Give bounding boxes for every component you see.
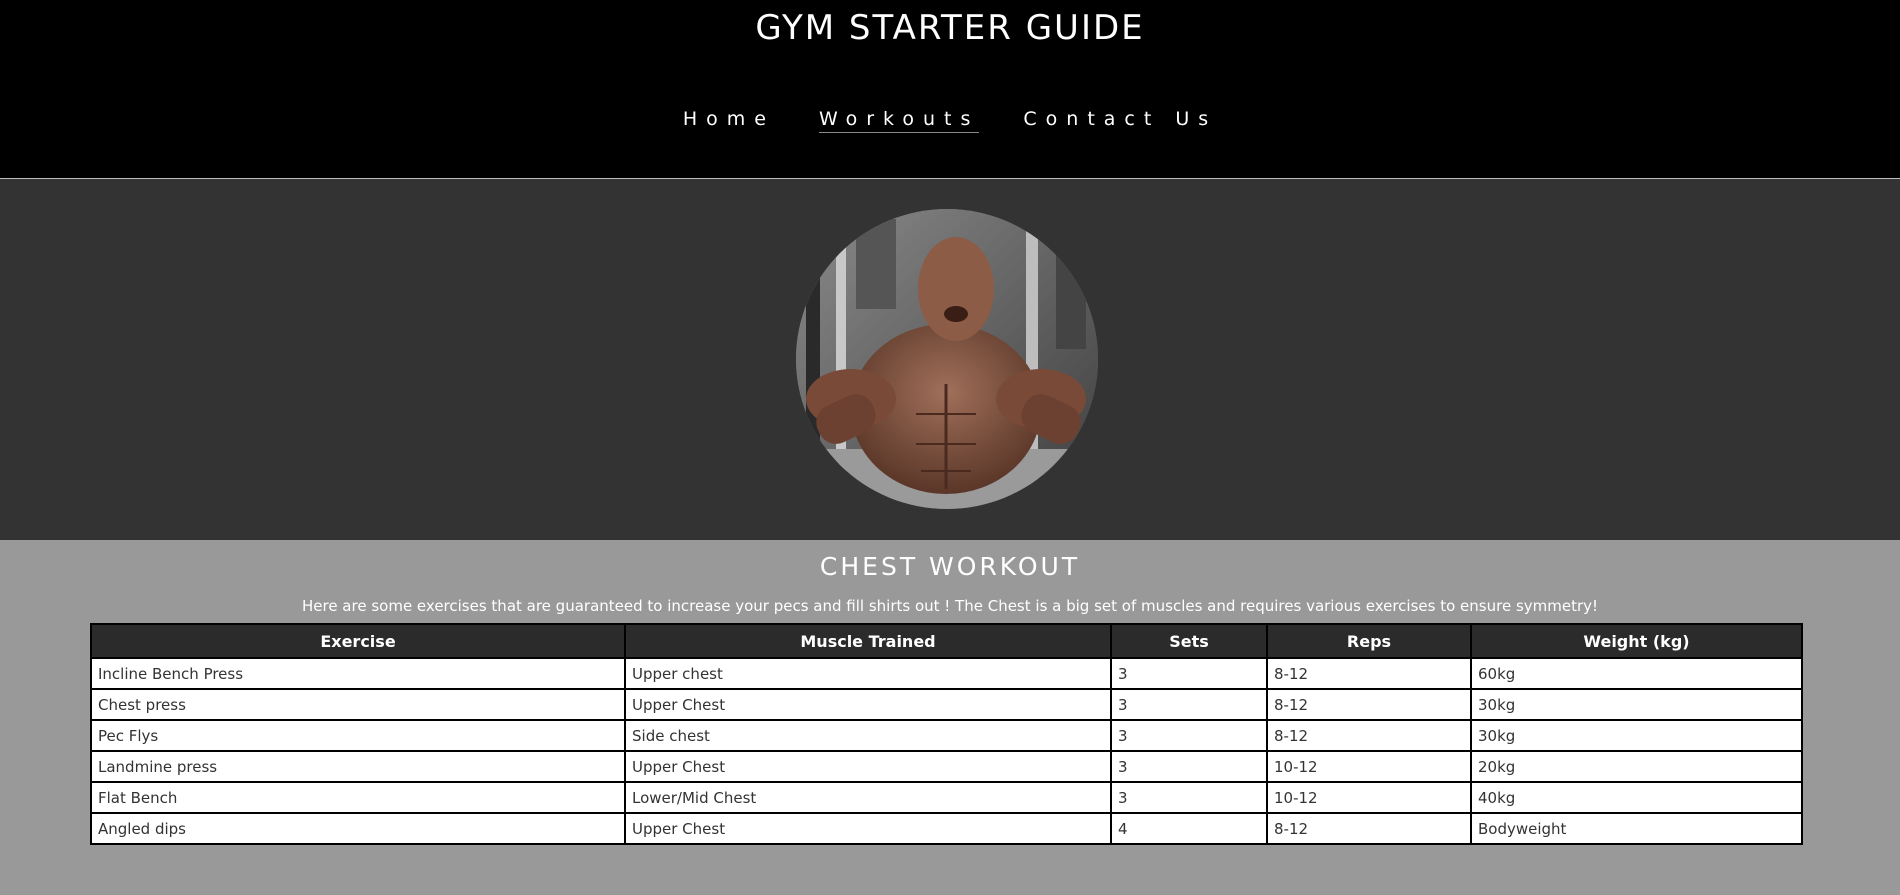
cell-muscle: Upper chest — [624, 657, 1112, 690]
cell-weight: 30kg — [1470, 719, 1803, 752]
cell-muscle: Side chest — [624, 719, 1112, 752]
cell-reps: 8-12 — [1266, 688, 1472, 721]
cell-exercise: Incline Bench Press — [90, 657, 626, 690]
bodybuilder-image — [796, 209, 1098, 509]
cell-weight: Bodyweight — [1470, 812, 1803, 845]
nav-home[interactable]: Home — [683, 108, 775, 133]
column-header-reps: Reps — [1266, 623, 1472, 659]
main-nav: Home Workouts Contact Us — [0, 108, 1900, 133]
table-row: Flat Bench Lower/Mid Chest 3 10-12 40kg — [90, 781, 1803, 814]
workout-table: Exercise Muscle Trained Sets Reps Weight… — [90, 623, 1803, 845]
cell-muscle: Upper Chest — [624, 812, 1112, 845]
table-row: Chest press Upper Chest 3 8-12 30kg — [90, 688, 1803, 721]
table-header-row: Exercise Muscle Trained Sets Reps Weight… — [90, 623, 1803, 659]
cell-sets: 3 — [1110, 781, 1268, 814]
cell-muscle: Lower/Mid Chest — [624, 781, 1112, 814]
table-row: Pec Flys Side chest 3 8-12 30kg — [90, 719, 1803, 752]
table-row: Angled dips Upper Chest 4 8-12 Bodyweigh… — [90, 812, 1803, 845]
cell-reps: 8-12 — [1266, 719, 1472, 752]
cell-reps: 10-12 — [1266, 750, 1472, 783]
cell-reps: 10-12 — [1266, 781, 1472, 814]
cell-exercise: Flat Bench — [90, 781, 626, 814]
cell-muscle: Upper Chest — [624, 750, 1112, 783]
workout-section: CHEST WORKOUT Here are some exercises th… — [0, 540, 1900, 895]
table-row: Landmine press Upper Chest 3 10-12 20kg — [90, 750, 1803, 783]
section-intro: Here are some exercises that are guarant… — [301, 597, 1599, 615]
cell-weight: 20kg — [1470, 750, 1803, 783]
cell-exercise: Landmine press — [90, 750, 626, 783]
cell-exercise: Pec Flys — [90, 719, 626, 752]
bodybuilder-photo-illustration — [796, 209, 1098, 509]
hero-section — [0, 179, 1900, 540]
cell-sets: 3 — [1110, 750, 1268, 783]
cell-exercise: Chest press — [90, 688, 626, 721]
cell-weight: 40kg — [1470, 781, 1803, 814]
site-header: GYM STARTER GUIDE Home Workouts Contact … — [0, 0, 1900, 179]
table-row: Incline Bench Press Upper chest 3 8-12 6… — [90, 657, 1803, 690]
cell-reps: 8-12 — [1266, 812, 1472, 845]
column-header-muscle-trained: Muscle Trained — [624, 623, 1112, 659]
cell-reps: 8-12 — [1266, 657, 1472, 690]
column-header-weight: Weight (kg) — [1470, 623, 1803, 659]
cell-sets: 3 — [1110, 657, 1268, 690]
site-title: GYM STARTER GUIDE — [755, 8, 1145, 48]
nav-workouts[interactable]: Workouts — [818, 108, 980, 133]
nav-contact-us[interactable]: Contact Us — [1023, 108, 1217, 133]
cell-weight: 30kg — [1470, 688, 1803, 721]
cell-exercise: Angled dips — [90, 812, 626, 845]
cell-weight: 60kg — [1470, 657, 1803, 690]
cell-sets: 3 — [1110, 688, 1268, 721]
cell-sets: 4 — [1110, 812, 1268, 845]
column-header-exercise: Exercise — [90, 623, 626, 659]
column-header-sets: Sets — [1110, 623, 1268, 659]
cell-sets: 3 — [1110, 719, 1268, 752]
section-title: CHEST WORKOUT — [819, 552, 1081, 581]
cell-muscle: Upper Chest — [624, 688, 1112, 721]
